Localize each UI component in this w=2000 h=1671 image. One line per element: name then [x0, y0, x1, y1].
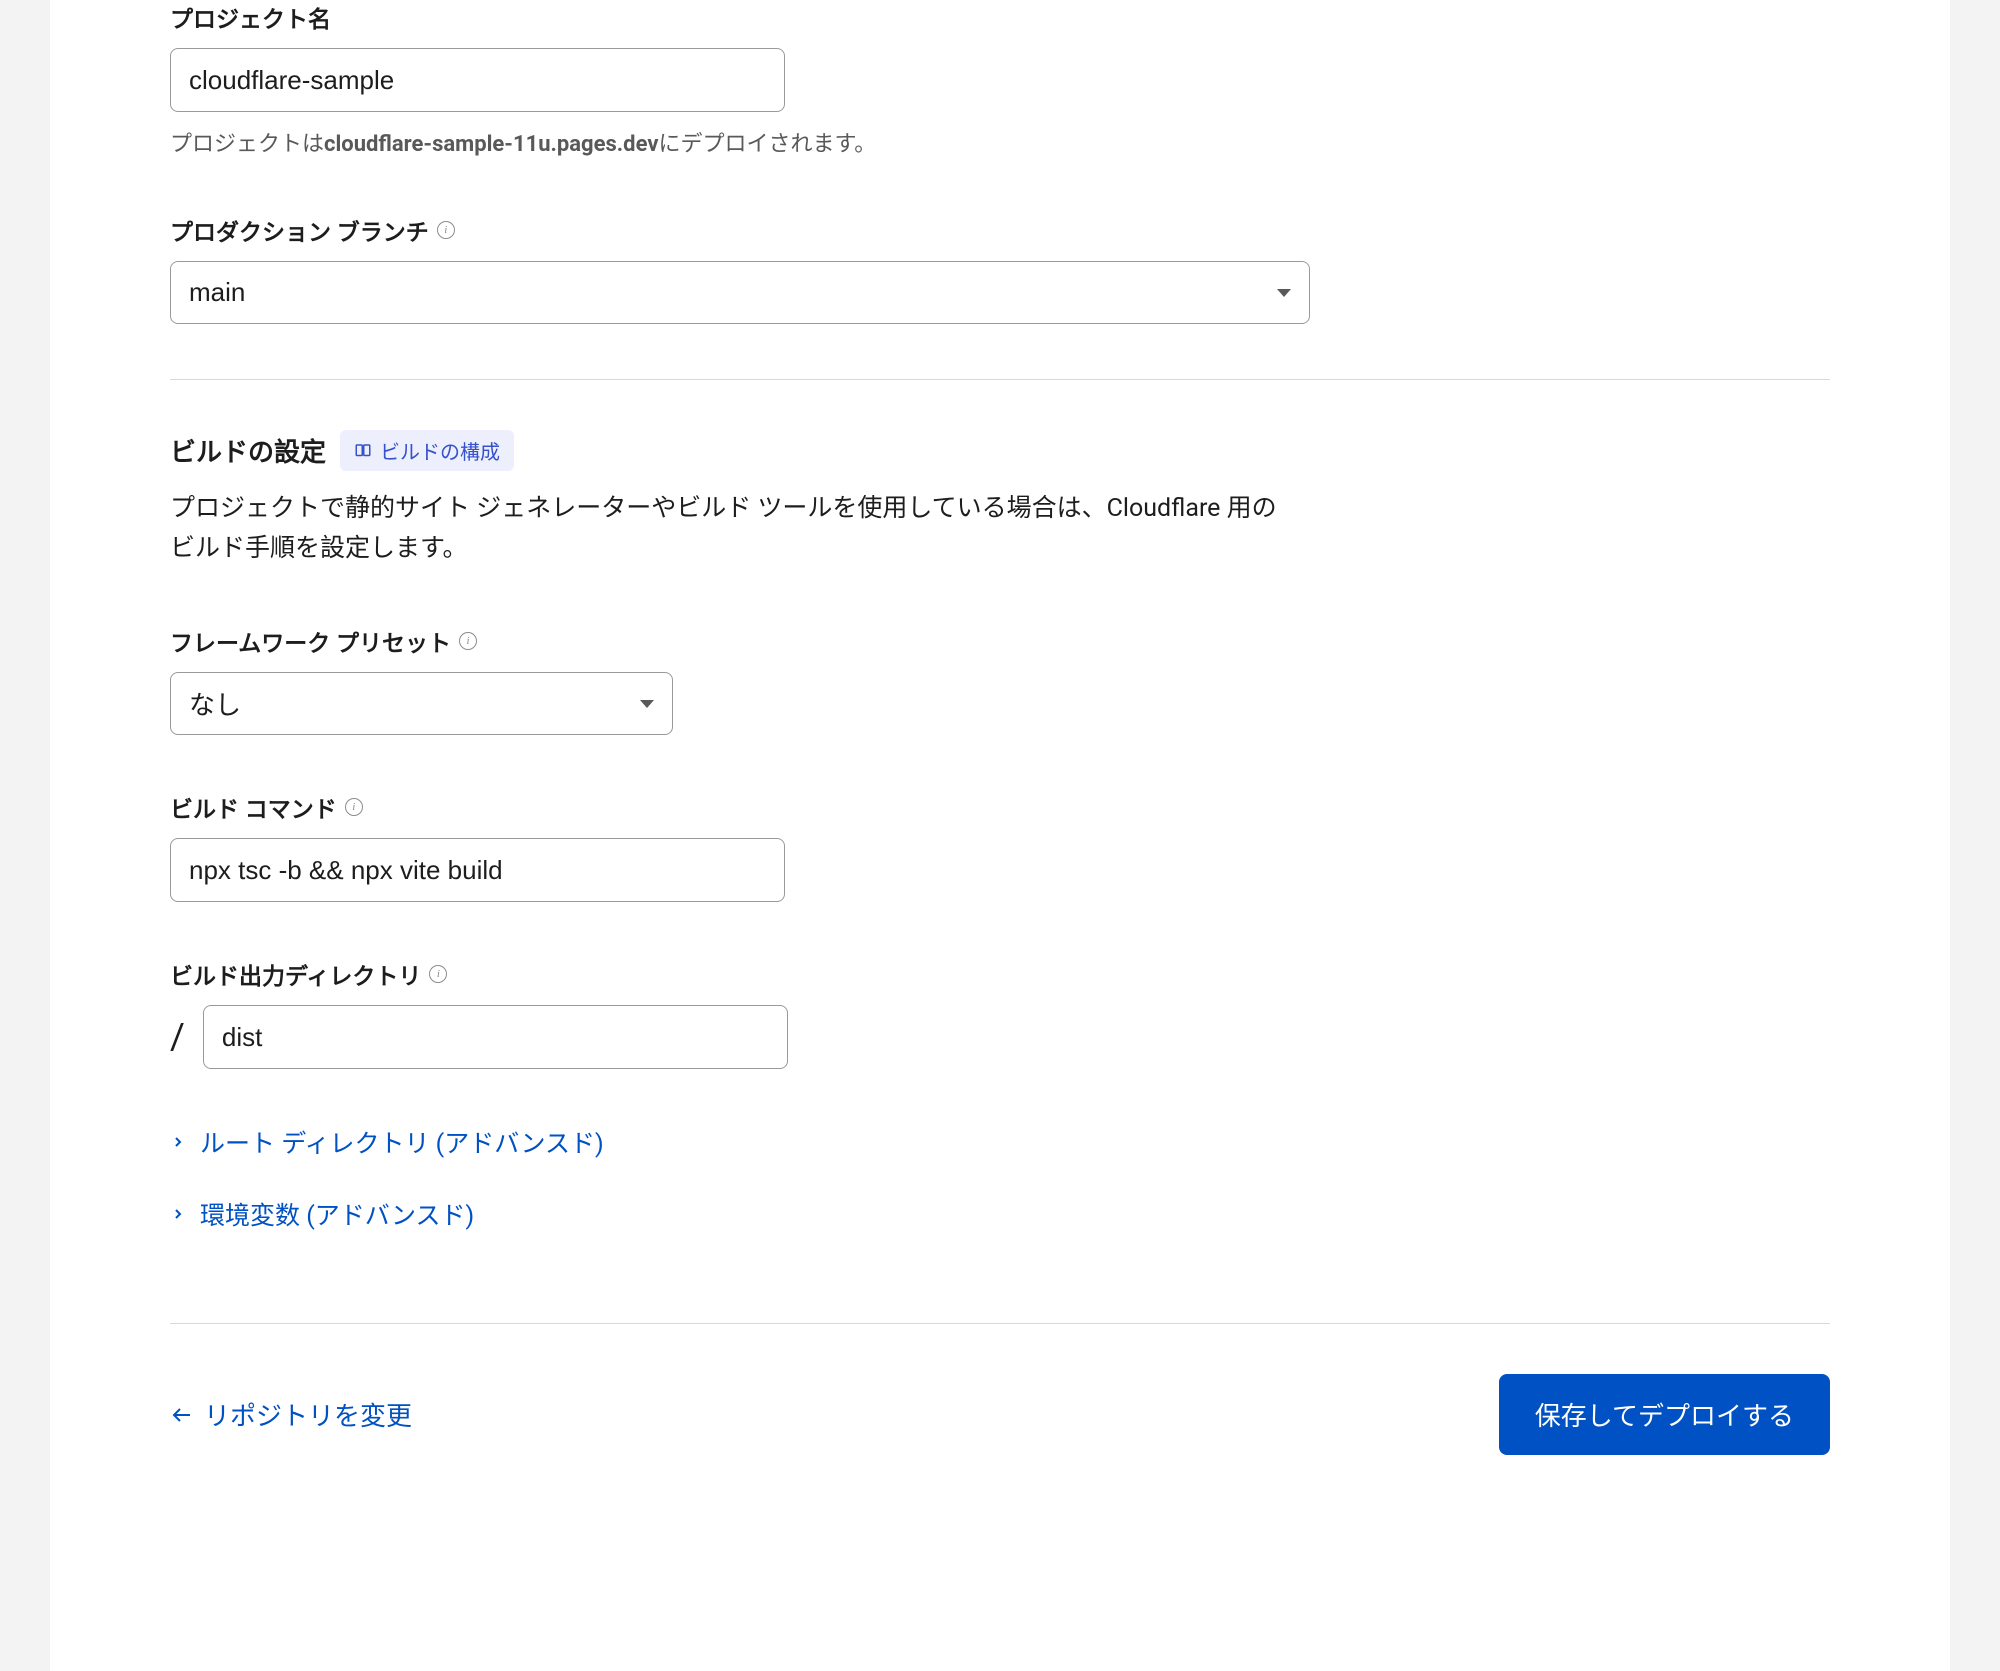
build-output-row: / [170, 1005, 1830, 1069]
change-repo-link[interactable]: リポジトリを変更 [170, 1396, 412, 1433]
caret-down-icon [640, 700, 654, 708]
project-name-help: プロジェクトはcloudflare-sample-11u.pages.devにデ… [170, 126, 1830, 158]
root-directory-label: ルート ディレクトリ (アドバンスド) [200, 1124, 604, 1160]
info-icon[interactable]: i [429, 965, 447, 983]
build-settings-desc: プロジェクトで静的サイト ジェネレーターやビルド ツールを使用している場合は、C… [170, 489, 1300, 569]
project-name-help-domain: cloudflare-sample-11u.pages.dev [324, 132, 658, 157]
info-icon[interactable]: i [437, 221, 455, 239]
build-command-label-row: ビルド コマンド i [170, 790, 1830, 824]
build-command-label: ビルド コマンド [170, 790, 337, 824]
production-branch-label: プロダクション ブランチ [170, 213, 429, 247]
slash-prefix: / [170, 1016, 185, 1058]
project-name-label-row: プロジェクト名 [170, 0, 1830, 34]
section-divider [170, 379, 1830, 380]
framework-preset-select-wrap: なし [170, 672, 673, 735]
change-repo-label: リポジトリを変更 [204, 1396, 412, 1433]
framework-preset-label: フレームワーク プリセット [170, 624, 451, 658]
build-settings-header: ビルドの設定 ビルドの構成 [170, 430, 1830, 471]
build-output-input[interactable] [203, 1005, 788, 1069]
env-vars-expand[interactable]: 環境変数 (アドバンスド) [170, 1196, 474, 1232]
env-vars-label: 環境変数 (アドバンスド) [200, 1196, 474, 1232]
build-command-input[interactable] [170, 838, 785, 902]
arrow-left-icon [170, 1403, 194, 1427]
production-branch-value: main [189, 277, 245, 308]
production-branch-select-wrap: main [170, 261, 1310, 324]
production-branch-group: プロダクション ブランチ i main [170, 213, 1830, 324]
build-output-label: ビルド出力ディレクトリ [170, 957, 421, 991]
save-deploy-button[interactable]: 保存してデプロイする [1499, 1374, 1830, 1455]
project-name-label: プロジェクト名 [170, 0, 331, 34]
framework-preset-value: なし [189, 685, 241, 722]
footer-bar: リポジトリを変更 保存してデプロイする [170, 1374, 1830, 1455]
framework-preset-group: フレームワーク プリセット i なし [170, 624, 1830, 735]
build-settings-title: ビルドの設定 [170, 432, 326, 469]
production-branch-label-row: プロダクション ブランチ i [170, 213, 1830, 247]
project-name-help-prefix: プロジェクトは [170, 132, 324, 157]
save-deploy-label: 保存してデプロイする [1535, 1401, 1794, 1431]
build-config-link[interactable]: ビルドの構成 [340, 430, 514, 471]
build-config-link-label: ビルドの構成 [380, 436, 500, 465]
framework-preset-select[interactable]: なし [170, 672, 673, 735]
footer-divider [170, 1323, 1830, 1324]
info-icon[interactable]: i [459, 632, 477, 650]
build-output-label-row: ビルド出力ディレクトリ i [170, 957, 1830, 991]
framework-preset-label-row: フレームワーク プリセット i [170, 624, 1830, 658]
caret-down-icon [1277, 289, 1291, 297]
chevron-right-icon [170, 1134, 186, 1150]
project-name-group: プロジェクト名 プロジェクトはcloudflare-sample-11u.pag… [170, 0, 1830, 158]
project-name-help-suffix: にデプロイされます。 [658, 132, 876, 157]
build-output-group: ビルド出力ディレクトリ i / [170, 957, 1830, 1069]
build-command-group: ビルド コマンド i [170, 790, 1830, 902]
production-branch-select[interactable]: main [170, 261, 1310, 324]
advanced-group: ルート ディレクトリ (アドバンスド) 環境変数 (アドバンスド) [170, 1124, 1830, 1268]
info-icon[interactable]: i [345, 798, 363, 816]
project-name-input[interactable] [170, 48, 785, 112]
root-directory-expand[interactable]: ルート ディレクトリ (アドバンスド) [170, 1124, 604, 1160]
book-icon [354, 442, 372, 460]
chevron-right-icon [170, 1206, 186, 1222]
